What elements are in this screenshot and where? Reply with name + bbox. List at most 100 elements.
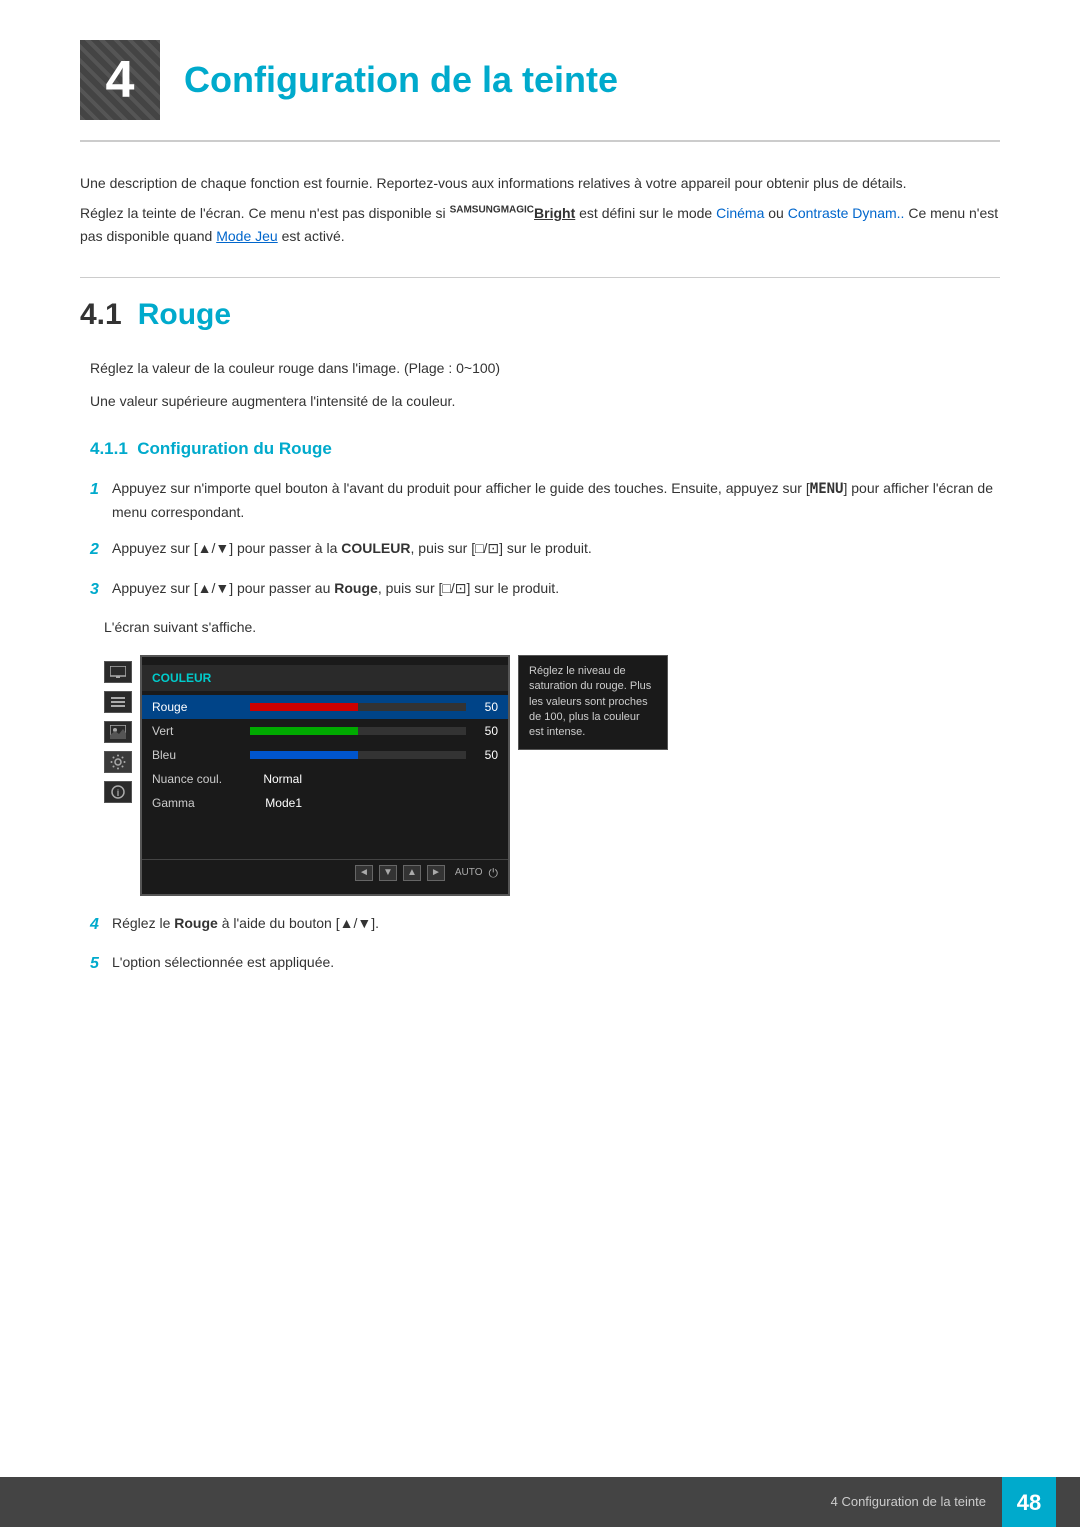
screen-row-empty2 — [142, 835, 508, 855]
section41-header: 4.1 Rouge — [80, 292, 1000, 337]
menu-icons: i — [104, 655, 132, 803]
chapter-header: 4 Configuration de la teinte — [80, 40, 1000, 142]
steps-list-2: 4 Réglez le Rouge à l'aide du bouton [▲/… — [80, 912, 1000, 977]
icon-picture — [104, 721, 132, 743]
contraste-link[interactable]: Contraste Dynam.. — [788, 205, 905, 221]
intro-line2-prefix: Réglez la teinte de l'écran. Ce menu n'e… — [80, 205, 450, 221]
screen-menu-header: COULEUR — [142, 665, 508, 691]
screen-bleu-value: 50 — [474, 746, 498, 764]
step3-suffix: , puis sur [□/⊡] sur le produit. — [378, 580, 559, 596]
footer-text: 4 Configuration de la teinte — [831, 1492, 986, 1512]
section-divider — [80, 277, 1000, 278]
chapter-title: Configuration de la teinte — [184, 53, 618, 107]
step2-couleur: COULEUR — [341, 540, 410, 556]
subsection411-number: 4.1.1 — [90, 439, 128, 458]
icon-settings — [104, 751, 132, 773]
screen-rouge-bar-fill — [250, 703, 358, 711]
nav-down-btn: ▼ — [379, 865, 397, 881]
icon-display — [104, 661, 132, 683]
step2-text: Appuyez sur [▲/▼] pour passer à la COULE… — [112, 537, 1000, 559]
page-wrapper: 4 Configuration de la teinte Une descrip… — [0, 0, 1080, 1527]
step3-text: Appuyez sur [▲/▼] pour passer au Rouge, … — [112, 577, 1000, 599]
page-footer: 4 Configuration de la teinte 48 — [0, 1477, 1080, 1527]
footer-page-number: 48 — [1002, 1477, 1056, 1527]
screen-bleu-label: Bleu — [152, 746, 242, 764]
screen-vert-bar-fill — [250, 727, 358, 735]
step-2: 2 Appuyez sur [▲/▼] pour passer à la COU… — [90, 537, 1000, 563]
screen-vert-bar — [250, 727, 466, 735]
screen-rouge-value: 50 — [474, 698, 498, 716]
step3-number: 3 — [90, 577, 112, 603]
step1-number: 1 — [90, 477, 112, 503]
step5-text: L'option sélectionnée est appliquée. — [112, 951, 1000, 973]
step-3: 3 Appuyez sur [▲/▼] pour passer au Rouge… — [90, 577, 1000, 603]
mode-jeu-link[interactable]: Mode Jeu — [216, 228, 277, 244]
step4-number: 4 — [90, 912, 112, 938]
step-4: 4 Réglez le Rouge à l'aide du bouton [▲/… — [90, 912, 1000, 938]
intro-line1: Une description de chaque fonction est f… — [80, 172, 1000, 194]
step2-number: 2 — [90, 537, 112, 563]
screen-row-gamma: Gamma Mode1 — [142, 791, 508, 815]
screen-image-container: i COULEUR Rouge 50 Vert — [140, 655, 1000, 896]
step5-number: 5 — [90, 951, 112, 977]
magic-brand: MAGIC — [501, 205, 534, 216]
section41-body2: Une valeur supérieure augmentera l'inten… — [90, 390, 1000, 412]
intro-line2: Réglez la teinte de l'écran. Ce menu n'e… — [80, 202, 1000, 247]
step3-prefix: Appuyez sur [▲/▼] pour passer au — [112, 580, 334, 596]
intro-line2-final: est activé. — [278, 228, 345, 244]
screen-tooltip: Réglez le niveau de saturation du rouge.… — [518, 655, 668, 750]
step1-prefix: Appuyez sur n'importe quel bouton à l'av… — [112, 480, 810, 496]
screen-bottom-bar: ◄ ▼ ▲ ► AUTO ⏻ — [142, 859, 508, 886]
intro-line2-or: ou — [764, 205, 787, 221]
nav-up-btn: ▲ — [403, 865, 421, 881]
screen-row-vert: Vert 50 — [142, 719, 508, 743]
screen-nuance-label: Nuance coul. — [152, 770, 242, 788]
screen-row-empty1 — [142, 815, 508, 835]
chapter-number: 4 — [106, 54, 135, 106]
screen-bleu-bar — [250, 751, 466, 759]
intro-section: Une description de chaque fonction est f… — [80, 172, 1000, 247]
magic-super: SAMSUNG — [450, 205, 501, 216]
step-1: 1 Appuyez sur n'importe quel bouton à l'… — [90, 477, 1000, 523]
step4-text: Réglez le Rouge à l'aide du bouton [▲/▼]… — [112, 912, 1000, 934]
steps-list: 1 Appuyez sur n'importe quel bouton à l'… — [80, 477, 1000, 602]
section41-number: 4.1 — [80, 292, 122, 337]
magic-bright: Bright — [534, 205, 575, 221]
screen-gamma-label: Gamma — [152, 794, 242, 812]
nav-right-btn: ► — [427, 865, 445, 881]
step4-prefix: Réglez le — [112, 915, 174, 931]
screen-rouge-bar — [250, 703, 466, 711]
screen-mockup: COULEUR Rouge 50 Vert 50 — [140, 655, 510, 896]
nav-left-btn: ◄ — [355, 865, 373, 881]
auto-label: AUTO — [455, 865, 483, 880]
screen-vert-value: 50 — [474, 722, 498, 740]
step-5: 5 L'option sélectionnée est appliquée. — [90, 951, 1000, 977]
screen-row-rouge: Rouge 50 — [142, 695, 508, 719]
step4-rouge: Rouge — [174, 915, 218, 931]
subsection411-title: 4.1.1 Configuration du Rouge — [80, 439, 332, 458]
screen-bleu-bar-fill — [250, 751, 358, 759]
step4-suffix: à l'aide du bouton [▲/▼]. — [218, 915, 379, 931]
screen-nuance-value: Normal — [242, 770, 302, 788]
cinema-link[interactable]: Cinéma — [716, 205, 764, 221]
subsection411-title-text: Configuration du Rouge — [137, 439, 332, 458]
subsection411-header: 4.1.1 Configuration du Rouge — [80, 436, 1000, 462]
step1-text: Appuyez sur n'importe quel bouton à l'av… — [112, 477, 1000, 523]
icon-info: i — [104, 781, 132, 803]
section41-title: Rouge — [138, 292, 231, 337]
screen-row-nuance: Nuance coul. Normal — [142, 767, 508, 791]
step2-suffix: , puis sur [□/⊡] sur le produit. — [411, 540, 592, 556]
section41-body1: Réglez la valeur de la couleur rouge dan… — [90, 357, 1000, 379]
screen-gamma-value: Mode1 — [242, 794, 302, 812]
icon-menu1 — [104, 691, 132, 713]
step3-subtext: L'écran suivant s'affiche. — [104, 616, 1000, 638]
svg-text:i: i — [117, 788, 120, 798]
section41-body: Réglez la valeur de la couleur rouge dan… — [80, 357, 1000, 412]
screen-vert-label: Vert — [152, 722, 242, 740]
chapter-number-box: 4 — [80, 40, 160, 120]
step2-prefix: Appuyez sur [▲/▼] pour passer à la — [112, 540, 341, 556]
step3-rouge: Rouge — [334, 580, 378, 596]
screen-row-bleu: Bleu 50 — [142, 743, 508, 767]
intro-line2-mid: est défini sur le mode — [575, 205, 716, 221]
power-icon: ⏻ — [489, 864, 499, 882]
